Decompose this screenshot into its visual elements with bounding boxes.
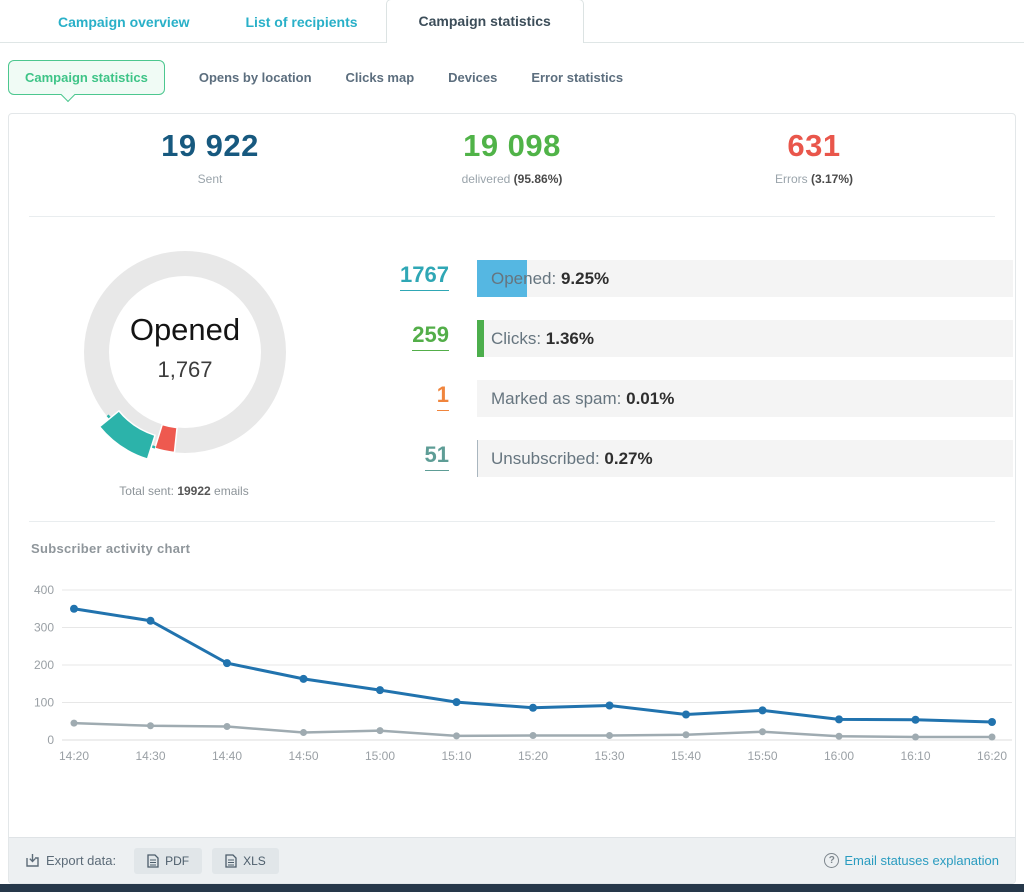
unsubscribed-bar-fill bbox=[477, 440, 478, 477]
top-tab-bar: Campaign overview List of recipients Cam… bbox=[0, 0, 1024, 43]
svg-text:14:20: 14:20 bbox=[59, 749, 89, 763]
panel-footer: Export data: PDF XLS ? Email statuses ex… bbox=[9, 837, 1015, 883]
spam-percent: 0.01% bbox=[626, 389, 674, 408]
export-pdf-button[interactable]: PDF bbox=[134, 848, 202, 874]
tab-campaign-statistics[interactable]: Campaign statistics bbox=[386, 0, 584, 43]
subtab-opens-by-location[interactable]: Opens by location bbox=[199, 70, 312, 85]
svg-text:400: 400 bbox=[34, 583, 54, 597]
subtab-clicks-map[interactable]: Clicks map bbox=[346, 70, 415, 85]
svg-text:15:00: 15:00 bbox=[365, 749, 395, 763]
summary-row: 19 922 Sent 19 098 delivered (95.86%) 63… bbox=[9, 128, 1015, 186]
errors-value: 631 bbox=[663, 128, 965, 164]
svg-text:14:50: 14:50 bbox=[288, 749, 318, 763]
spam-bar: Marked as spam: 0.01% bbox=[477, 380, 1013, 417]
total-sent-note: Total sent: 19922 emails bbox=[19, 484, 349, 498]
metric-row-unsubscribed: 51 Unsubscribed: 0.27% bbox=[9, 440, 1015, 477]
svg-text:15:20: 15:20 bbox=[518, 749, 548, 763]
sub-tab-bar: Campaign statistics Opens by location Cl… bbox=[8, 60, 623, 95]
metric-row-opened: 1767 Opened: 9.25% bbox=[9, 260, 1015, 297]
delivered-percent: (95.86%) bbox=[514, 172, 563, 186]
total-sent-suffix: emails bbox=[214, 484, 249, 498]
tab-list-of-recipients[interactable]: List of recipients bbox=[218, 2, 386, 42]
unsubscribed-bar: Unsubscribed: 0.27% bbox=[477, 440, 1013, 477]
active-subtab-pointer bbox=[61, 88, 75, 102]
opened-bar-text: Opened: 9.25% bbox=[491, 260, 609, 297]
page-bottom-bar bbox=[0, 884, 1024, 892]
unsubscribed-percent: 0.27% bbox=[604, 449, 652, 468]
svg-text:15:40: 15:40 bbox=[671, 749, 701, 763]
subtab-devices[interactable]: Devices bbox=[448, 70, 497, 85]
delivered-label-text: delivered bbox=[462, 172, 511, 186]
opened-count-link[interactable]: 1767 bbox=[400, 262, 449, 291]
svg-text:16:00: 16:00 bbox=[824, 749, 854, 763]
svg-text:100: 100 bbox=[34, 696, 54, 710]
total-sent-value: 19922 bbox=[177, 484, 210, 498]
svg-text:16:20: 16:20 bbox=[977, 749, 1007, 763]
clicks-bar-fill bbox=[477, 320, 484, 357]
clicks-percent: 1.36% bbox=[546, 329, 594, 348]
svg-text:16:10: 16:10 bbox=[900, 749, 930, 763]
sent-label: Sent bbox=[59, 172, 361, 186]
metric-row-spam: 1 Marked as spam: 0.01% bbox=[9, 380, 1015, 417]
svg-text:15:30: 15:30 bbox=[594, 749, 624, 763]
metric-row-clicks: 259 Clicks: 1.36% bbox=[9, 320, 1015, 357]
svg-text:200: 200 bbox=[34, 658, 54, 672]
xls-button-label: XLS bbox=[243, 854, 266, 868]
svg-text:14:30: 14:30 bbox=[135, 749, 165, 763]
export-xls-button[interactable]: XLS bbox=[212, 848, 279, 874]
statistics-panel: 19 922 Sent 19 098 delivered (95.86%) 63… bbox=[8, 113, 1016, 884]
tab-campaign-overview[interactable]: Campaign overview bbox=[30, 2, 218, 42]
unsubscribed-bar-text: Unsubscribed: 0.27% bbox=[491, 440, 653, 477]
help-link-text: Email statuses explanation bbox=[844, 853, 999, 868]
svg-text:15:10: 15:10 bbox=[441, 749, 471, 763]
divider bbox=[29, 521, 995, 522]
opened-percent: 9.25% bbox=[561, 269, 609, 288]
subscriber-activity-chart[interactable]: 0 100 200 300 400 14:20 14:30 14:40 14:50 15:00 15… bbox=[19, 569, 1016, 779]
spam-count-link[interactable]: 1 bbox=[437, 382, 449, 411]
subtab-error-statistics[interactable]: Error statistics bbox=[531, 70, 623, 85]
svg-text:15:50: 15:50 bbox=[747, 749, 777, 763]
total-sent-prefix: Total sent: bbox=[119, 484, 174, 498]
email-statuses-explanation-link[interactable]: ? Email statuses explanation bbox=[824, 853, 999, 868]
spam-label: Marked as spam: bbox=[491, 389, 621, 408]
opened-bar: Opened: 9.25% bbox=[477, 260, 1013, 297]
pdf-button-label: PDF bbox=[165, 854, 189, 868]
summary-errors: 631 Errors (3.17%) bbox=[663, 128, 965, 186]
subtab-label: Campaign statistics bbox=[25, 70, 148, 85]
delivered-value: 19 098 bbox=[361, 128, 663, 164]
activity-chart-title: Subscriber activity chart bbox=[31, 541, 190, 556]
export-icon bbox=[25, 853, 40, 868]
clicks-bar: Clicks: 1.36% bbox=[477, 320, 1013, 357]
unsubscribed-label: Unsubscribed: bbox=[491, 449, 600, 468]
clicks-label: Clicks: bbox=[491, 329, 541, 348]
export-data-label: Export data: bbox=[25, 853, 116, 868]
errors-label-text: Errors bbox=[775, 172, 808, 186]
divider bbox=[29, 216, 995, 217]
subtab-campaign-statistics[interactable]: Campaign statistics bbox=[8, 60, 165, 95]
opened-label: Opened: bbox=[491, 269, 556, 288]
summary-delivered: 19 098 delivered (95.86%) bbox=[361, 128, 663, 186]
export-label-text: Export data: bbox=[46, 853, 116, 868]
clicks-bar-text: Clicks: 1.36% bbox=[491, 320, 594, 357]
document-icon bbox=[147, 854, 159, 868]
svg-text:0: 0 bbox=[47, 733, 54, 747]
delivered-label: delivered (95.86%) bbox=[361, 172, 663, 186]
svg-text:300: 300 bbox=[34, 621, 54, 635]
svg-text:14:40: 14:40 bbox=[212, 749, 242, 763]
errors-percent: (3.17%) bbox=[811, 172, 853, 186]
document-icon bbox=[225, 854, 237, 868]
errors-label: Errors (3.17%) bbox=[663, 172, 965, 186]
summary-sent: 19 922 Sent bbox=[59, 128, 361, 186]
spam-bar-text: Marked as spam: 0.01% bbox=[491, 380, 674, 417]
clicks-count-link[interactable]: 259 bbox=[412, 322, 449, 351]
unsubscribed-count-link[interactable]: 51 bbox=[425, 442, 449, 471]
sent-value: 19 922 bbox=[59, 128, 361, 164]
question-icon: ? bbox=[824, 853, 839, 868]
